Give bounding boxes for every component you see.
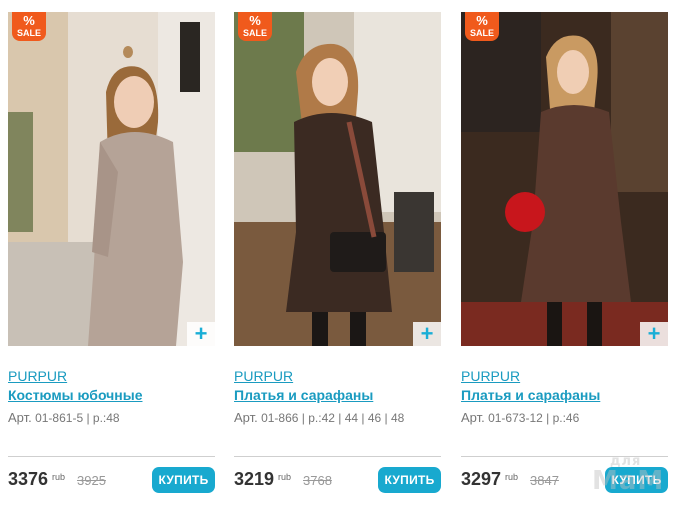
watermark-logo: для МаМ xyxy=(592,454,672,498)
buy-button[interactable]: КУПИТЬ xyxy=(152,467,215,493)
currency-label: rub xyxy=(505,472,519,482)
old-price: 3847 xyxy=(530,473,559,488)
product-article: Арт. 01-861-5 | р.:48 xyxy=(8,410,120,425)
product-brand-link[interactable]: PURPUR xyxy=(8,368,67,384)
product-photo[interactable]: % SALE + xyxy=(461,12,668,346)
current-price: 3219 xyxy=(234,469,275,489)
product-photo[interactable]: % SALE + xyxy=(8,12,215,346)
article-value: 01-866 | р.:42 | 44 | 46 | 48 xyxy=(257,411,405,425)
divider xyxy=(8,456,215,457)
add-to-favorites-button[interactable]: + xyxy=(187,322,215,346)
product-photo[interactable]: % SALE + xyxy=(234,12,441,346)
product-brand-link[interactable]: PURPUR xyxy=(234,368,293,384)
product-name-link[interactable]: Костюмы юбочные xyxy=(8,387,142,403)
sale-percent-icon: % xyxy=(476,13,488,28)
product-name-link[interactable]: Платья и сарафаны xyxy=(461,387,600,403)
add-to-favorites-button[interactable]: + xyxy=(640,322,668,346)
sale-label: SALE xyxy=(469,28,494,38)
product-photo-image xyxy=(8,12,215,346)
sale-badge: % SALE xyxy=(465,12,499,41)
product-card: % SALE + PURPUR Костюмы юбочные Арт. 01-… xyxy=(8,12,215,508)
article-label: Арт. xyxy=(8,410,32,425)
watermark-bottom: МаМ xyxy=(592,466,665,496)
divider xyxy=(234,456,441,457)
product-article: Арт. 01-866 | р.:42 | 44 | 46 | 48 xyxy=(234,410,404,425)
old-price: 3925 xyxy=(77,473,106,488)
product-photo-image xyxy=(461,12,668,346)
article-value: 01-673-12 | р.:46 xyxy=(484,411,580,425)
sale-label: SALE xyxy=(242,28,267,38)
article-label: Арт. xyxy=(234,410,258,425)
sale-badge: % SALE xyxy=(238,12,272,41)
sale-badge: % SALE xyxy=(12,12,46,41)
product-article: Арт. 01-673-12 | р.:46 xyxy=(461,410,579,425)
sale-percent-icon: % xyxy=(249,13,261,28)
product-card: % SALE + PURPUR Платья и сарафаны Арт. 0… xyxy=(461,12,668,508)
add-to-favorites-button[interactable]: + xyxy=(413,322,441,346)
product-photo-image xyxy=(234,12,441,346)
article-value: 01-861-5 | р.:48 xyxy=(31,411,120,425)
buy-button[interactable]: КУПИТЬ xyxy=(378,467,441,493)
current-price: 3376 xyxy=(8,469,49,489)
currency-label: rub xyxy=(52,472,66,482)
old-price: 3768 xyxy=(303,473,332,488)
sale-label: SALE xyxy=(16,28,41,38)
currency-label: rub xyxy=(278,472,292,482)
current-price: 3297 xyxy=(461,469,502,489)
sale-percent-icon: % xyxy=(23,13,35,28)
article-label: Арт. xyxy=(461,410,485,425)
product-name-link[interactable]: Платья и сарафаны xyxy=(234,387,373,403)
product-brand-link[interactable]: PURPUR xyxy=(461,368,520,384)
product-card: % SALE + PURPUR Платья и сарафаны Арт. 0… xyxy=(234,12,441,508)
